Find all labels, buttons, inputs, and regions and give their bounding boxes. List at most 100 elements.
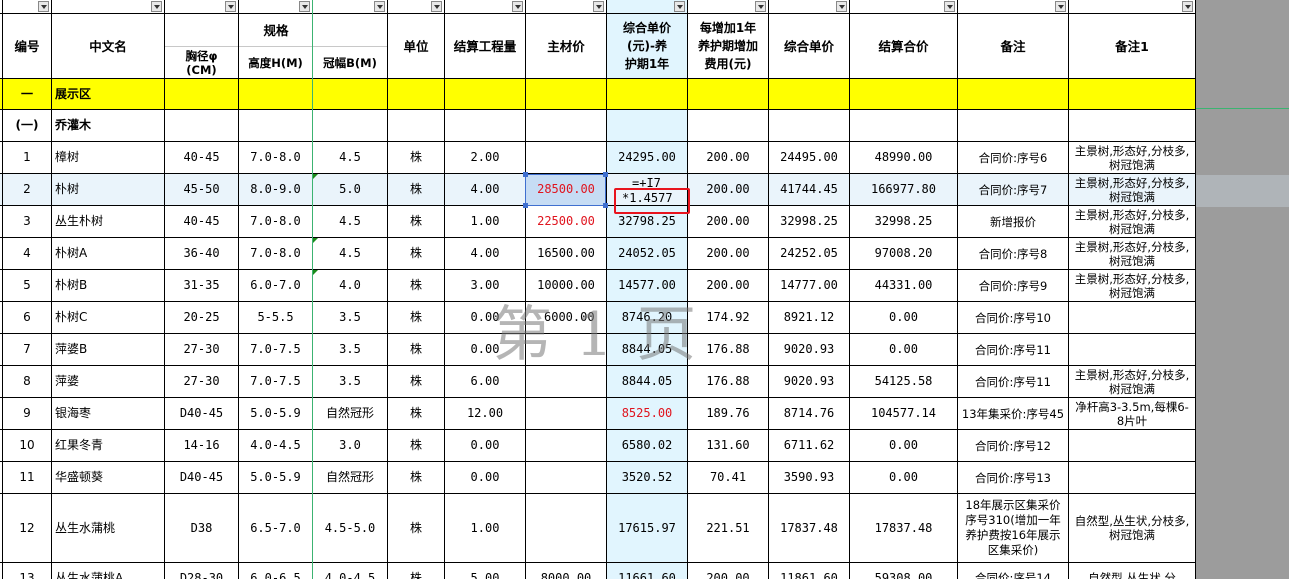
cell-total[interactable]: 59308.00 <box>850 563 957 579</box>
filter-dropdown-icon[interactable] <box>512 1 523 12</box>
cell-remark1[interactable] <box>1069 430 1195 461</box>
cell-crown[interactable]: 自然冠形 <box>313 462 387 493</box>
cell-name[interactable]: 萍婆 <box>52 366 164 397</box>
cell-remark[interactable]: 合同价:序号11 <box>958 366 1068 397</box>
cell-up[interactable]: 41744.45 <box>769 174 849 205</box>
cell-unit[interactable]: 株 <box>388 430 444 461</box>
cell-add[interactable]: 200.00 <box>688 174 768 205</box>
cell-main[interactable] <box>526 142 606 173</box>
cell-add[interactable]: 189.76 <box>688 398 768 429</box>
cell-qty[interactable]: 1.00 <box>445 494 525 562</box>
cell-main[interactable] <box>526 494 606 562</box>
selected-cell-outline[interactable] <box>525 174 606 206</box>
cell-no[interactable]: 7 <box>3 334 51 365</box>
cell-remark1[interactable]: 净杆高3-3.5m,每棵6-8片叶 <box>1069 398 1195 429</box>
cell-dia[interactable]: D28-30 <box>165 563 238 579</box>
filter-dropdown-icon[interactable] <box>1055 1 1066 12</box>
cell-h[interactable]: 7.0-7.5 <box>239 366 312 397</box>
cell-up[interactable]: 24495.00 <box>769 142 849 173</box>
cell-qty[interactable]: 0.00 <box>445 430 525 461</box>
cell-remark1[interactable]: 自然型,丛生状,分枝多,树冠饱满 <box>1069 494 1195 562</box>
cell-unit[interactable]: 株 <box>388 270 444 301</box>
filter-dropdown-icon[interactable] <box>1182 1 1193 12</box>
cell-name[interactable]: 朴树C <box>52 302 164 333</box>
cell-up1[interactable]: 24295.00 <box>607 142 687 173</box>
cell-qty[interactable]: 4.00 <box>445 238 525 269</box>
cell-name[interactable]: 丛生朴树 <box>52 206 164 237</box>
cell-remark1[interactable] <box>1069 302 1195 333</box>
cell-no[interactable]: 5 <box>3 270 51 301</box>
cell-dia[interactable]: 20-25 <box>165 302 238 333</box>
cell-no[interactable]: 3 <box>3 206 51 237</box>
cell-add[interactable]: 200.00 <box>688 238 768 269</box>
cell-dia[interactable]: 45-50 <box>165 174 238 205</box>
cell-dia[interactable]: 14-16 <box>165 430 238 461</box>
cell-remark1[interactable]: 自然型,丛生状,分 <box>1069 563 1195 579</box>
cell-h[interactable]: 7.0-8.0 <box>239 238 312 269</box>
cell-up1[interactable]: 3520.52 <box>607 462 687 493</box>
filter-dropdown-icon[interactable] <box>674 1 685 12</box>
filter-dropdown-icon[interactable] <box>755 1 766 12</box>
spreadsheet-sheet[interactable]: 编号 中文名 规格 胸径φ (CM) 高度H(M) 冠幅B(M) 单位 结算工程… <box>0 0 1196 579</box>
cell-name[interactable]: 银海枣 <box>52 398 164 429</box>
cell-up[interactable]: 9020.93 <box>769 366 849 397</box>
cell-total[interactable]: 0.00 <box>850 430 957 461</box>
filter-dropdown-icon[interactable] <box>431 1 442 12</box>
cell-unit[interactable]: 株 <box>388 206 444 237</box>
cell-add[interactable]: 200.00 <box>688 206 768 237</box>
cell-crown[interactable]: 自然冠形 <box>313 398 387 429</box>
cell-dia[interactable]: D40-45 <box>165 398 238 429</box>
cell-name[interactable]: 萍婆B <box>52 334 164 365</box>
cell-qty[interactable]: 0.00 <box>445 462 525 493</box>
cell-name[interactable]: 丛生水蒲桃 <box>52 494 164 562</box>
cell-qty[interactable]: 12.00 <box>445 398 525 429</box>
cell-no[interactable]: 11 <box>3 462 51 493</box>
cell-remark[interactable]: 合同价:序号6 <box>958 142 1068 173</box>
cell-add[interactable]: 70.41 <box>688 462 768 493</box>
selection-handle[interactable] <box>523 172 528 177</box>
cell-main[interactable]: 22500.00 <box>526 206 606 237</box>
cell-unit[interactable]: 株 <box>388 494 444 562</box>
filter-dropdown-icon[interactable] <box>225 1 236 12</box>
cell-h[interactable]: 6.0-7.0 <box>239 270 312 301</box>
cell-dia[interactable]: 40-45 <box>165 206 238 237</box>
cell-up1[interactable]: 8525.00 <box>607 398 687 429</box>
cell-add[interactable]: 200.00 <box>688 563 768 579</box>
cell-remark[interactable]: 合同价:序号13 <box>958 462 1068 493</box>
cell-h[interactable]: 4.0-4.5 <box>239 430 312 461</box>
cell-dia[interactable]: 27-30 <box>165 334 238 365</box>
cell-remark1[interactable] <box>1069 334 1195 365</box>
cell-name[interactable]: 华盛顿葵 <box>52 462 164 493</box>
cell-remark[interactable]: 合同价:序号9 <box>958 270 1068 301</box>
cell-add[interactable]: 176.88 <box>688 366 768 397</box>
cell-remark1[interactable] <box>1069 462 1195 493</box>
section-no[interactable]: 一 <box>3 79 51 109</box>
filter-dropdown-icon[interactable] <box>151 1 162 12</box>
cell-remark[interactable]: 合同价:序号12 <box>958 430 1068 461</box>
cell-h[interactable]: 7.0-8.0 <box>239 142 312 173</box>
subsection-no[interactable]: (一) <box>3 110 51 141</box>
filter-dropdown-icon[interactable] <box>374 1 385 12</box>
cell-crown[interactable]: 4.5-5.0 <box>313 494 387 562</box>
cell-main[interactable] <box>526 398 606 429</box>
cell-remark1[interactable]: 主景树,形态好,分枝多,树冠饱满 <box>1069 238 1195 269</box>
cell-up[interactable]: 3590.93 <box>769 462 849 493</box>
cell-h[interactable]: 7.0-7.5 <box>239 334 312 365</box>
cell-crown[interactable]: 4.0-4.5 <box>313 563 387 579</box>
cell-total[interactable]: 0.00 <box>850 302 957 333</box>
cell-no[interactable]: 10 <box>3 430 51 461</box>
cell-unit[interactable]: 株 <box>388 334 444 365</box>
cell-add[interactable]: 200.00 <box>688 142 768 173</box>
cell-crown[interactable]: 4.5 <box>313 206 387 237</box>
cell-h[interactable]: 6.0-6.5 <box>239 563 312 579</box>
cell-remark[interactable]: 合同价:序号7 <box>958 174 1068 205</box>
cell-unit[interactable]: 株 <box>388 174 444 205</box>
cell-crown[interactable]: 4.0 <box>313 270 387 301</box>
cell-total[interactable]: 0.00 <box>850 462 957 493</box>
cell-no[interactable]: 8 <box>3 366 51 397</box>
cell-up[interactable]: 11861.60 <box>769 563 849 579</box>
cell-remark[interactable]: 合同价:序号14 <box>958 563 1068 579</box>
cell-up[interactable]: 17837.48 <box>769 494 849 562</box>
cell-name[interactable]: 朴树A <box>52 238 164 269</box>
cell-total[interactable]: 48990.00 <box>850 142 957 173</box>
